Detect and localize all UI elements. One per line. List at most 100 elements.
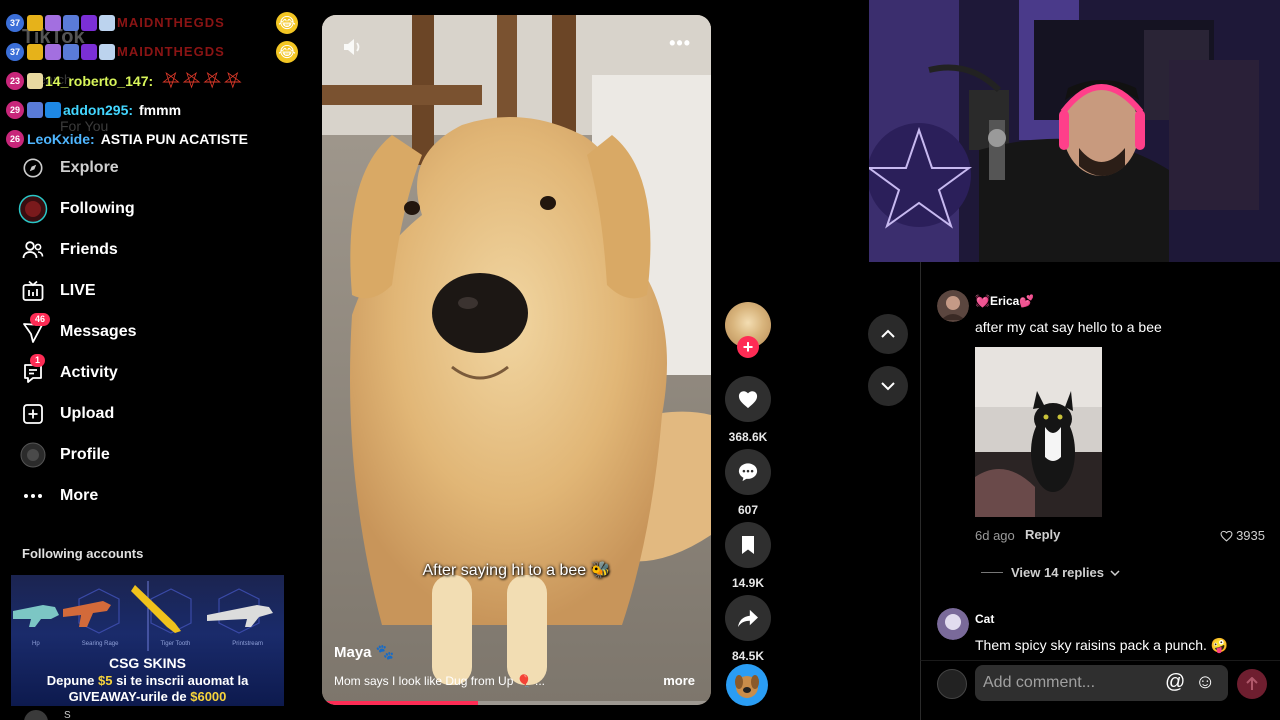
comment-timestamp: 6d ago <box>975 528 1015 543</box>
video-frame-dog <box>322 15 711 705</box>
pentagram-emote-icon: ⛧ <box>162 67 180 93</box>
comment-author[interactable]: 💓Erica💕 <box>975 294 1034 308</box>
ad-text: GIVEAWAY-urile de <box>68 689 191 704</box>
video-actions: + 368.6K 607 14.9K 84.5K <box>725 302 771 668</box>
chevron-down-icon <box>1110 569 1120 576</box>
comment-attached-image[interactable] <box>975 347 1102 517</box>
share-button[interactable] <box>725 595 771 641</box>
follow-plus-button[interactable]: + <box>737 336 759 358</box>
account-name[interactable]: S <box>64 710 71 720</box>
chat-text: fmmm <box>139 101 182 118</box>
sidebar-item-profile[interactable]: Profile <box>18 434 288 475</box>
sidebar-item-explore[interactable]: Explore <box>18 147 288 188</box>
comment-bubble-icon <box>738 463 758 482</box>
following-accounts-heading: Following accounts <box>22 546 144 561</box>
next-video-button[interactable] <box>868 366 908 406</box>
ad-highlight: $5 <box>98 673 113 688</box>
previous-video-button[interactable] <box>868 314 908 354</box>
creator-avatar[interactable]: + <box>725 302 771 358</box>
sidebar-item-activity[interactable]: 1 Activity <box>18 352 288 393</box>
sidebar-item-label: LIVE <box>60 281 96 299</box>
arrow-up-icon <box>1246 677 1258 690</box>
video-progress-bar[interactable] <box>322 701 711 705</box>
emoji-smile-icon[interactable]: ☺ <box>1195 671 1215 694</box>
video-progress-fill <box>322 701 478 705</box>
chat-message: 29 addon295: fmmm <box>6 95 298 124</box>
comment-text: after my cat say hello to a bee <box>975 319 1162 335</box>
bookmark-icon <box>742 536 754 554</box>
chat-message: 26 LeoKxide: ASTIA PUN ACATISTE <box>6 124 298 153</box>
sidebar-item-label: Explore <box>60 158 119 176</box>
bookmark-count: 14.9K <box>731 576 765 590</box>
video-options-button[interactable]: ••• <box>669 33 691 54</box>
sub-badge: 26 <box>6 129 24 148</box>
share-arrow-icon <box>738 609 758 628</box>
robot-badge-icon <box>27 101 43 118</box>
wing-badge-icon <box>99 43 115 60</box>
commenter-avatar[interactable] <box>937 608 969 640</box>
chat-username: MAIDNTHEGDS <box>117 15 225 30</box>
ad-text-line1: Depune $5 si te inscrii auomat la <box>11 673 284 688</box>
music-disc-icon[interactable] <box>726 664 768 706</box>
profile-avatar-icon <box>18 440 48 470</box>
comment-button[interactable] <box>725 449 771 495</box>
sidebar-item-friends[interactable]: Friends <box>18 229 288 270</box>
crown-badge-icon <box>27 43 43 60</box>
comment-like-button[interactable]: 3935 <box>1220 528 1265 543</box>
sidebar-item-label: Activity <box>60 363 118 381</box>
sidebar-item-messages[interactable]: 46 Messages <box>18 311 288 352</box>
commenter-avatar[interactable] <box>937 290 969 322</box>
video-player[interactable]: ••• After saying hi to a bee 🐝 Maya 🐾 Mo… <box>322 15 711 705</box>
sub-badge: 23 <box>6 71 24 90</box>
video-author-name[interactable]: Maya 🐾 <box>334 643 394 661</box>
pentagram-emote-icon: ⛧ <box>182 67 201 93</box>
sidebar-item-following[interactable]: Following <box>18 188 288 229</box>
sidebar-item-live[interactable]: LIVE <box>18 270 288 311</box>
laughing-emoji-icon: 😂 <box>276 40 298 63</box>
like-button[interactable] <box>725 376 771 422</box>
view-replies-button[interactable]: View 14 replies <box>981 565 1120 580</box>
heart-icon <box>738 391 758 409</box>
heart-outline-icon <box>1220 530 1233 542</box>
current-user-avatar <box>937 669 967 699</box>
ad-skin-label: Hp <box>32 641 40 647</box>
stream-chat-overlay: 37 MAIDNTHEGDS 😂 37 MAIDNTHEGDS 😂 23 14_… <box>6 8 298 153</box>
sub-tier-badge-icon <box>81 14 97 31</box>
mention-at-icon[interactable]: @ <box>1165 671 1185 694</box>
chat-message: 37 MAIDNTHEGDS 😂 <box>6 8 298 37</box>
post-comment-button[interactable] <box>1237 669 1267 699</box>
bookmark-button[interactable] <box>725 522 771 568</box>
video-caption-overlay: After saying hi to a bee 🐝 <box>422 562 611 579</box>
chat-username: addon295: <box>63 101 134 118</box>
sidebar-item-upload[interactable]: Upload <box>18 393 288 434</box>
sub-badge: 37 <box>6 13 24 32</box>
sidebar-nav: Explore Following Friends LIVE 46 Messag… <box>18 147 288 516</box>
ad-brand: CSG SKINS <box>108 655 186 671</box>
divider-line <box>981 572 1003 573</box>
add-comment-input[interactable] <box>975 665 1228 701</box>
sidebar-item-label: More <box>60 486 99 504</box>
pentagram-emote-icon: ⛧ <box>203 67 221 93</box>
description-more-link[interactable]: more <box>663 673 695 688</box>
laughing-emoji-icon: 😂 <box>276 11 298 34</box>
comment-like-count: 3935 <box>1236 528 1265 543</box>
chat-username: MAIDNTHEGDS <box>117 44 225 59</box>
more-dots-icon <box>18 481 48 511</box>
add-comment-bar: @ ☺ <box>920 660 1280 720</box>
gift-badge-icon <box>27 72 43 89</box>
chat-message: 37 MAIDNTHEGDS 😂 <box>6 37 298 66</box>
csgoskins-ad-banner[interactable]: Hp Searing Rage Tiger Tooth Printstream … <box>11 575 284 706</box>
chat-message: 23 14_roberto_147: ⛧ ⛧ ⛧ ⛧ <box>6 66 298 95</box>
comment-author[interactable]: Cat <box>975 612 994 626</box>
comments-panel: 💓Erica💕 after my cat say hello to a bee … <box>920 262 1280 720</box>
volume-button[interactable] <box>342 37 364 62</box>
activity-icon: 1 <box>18 353 48 388</box>
sidebar-item-label: Following <box>60 199 135 217</box>
comment-count: 607 <box>737 503 759 517</box>
comment-reply-button[interactable]: Reply <box>1025 527 1060 542</box>
sidebar-item-more[interactable]: More <box>18 475 288 516</box>
account-avatar[interactable] <box>22 708 50 720</box>
ad-highlight: $6000 <box>190 689 227 704</box>
webcam-feed-image <box>869 0 1280 262</box>
chevron-down-icon <box>881 382 895 391</box>
